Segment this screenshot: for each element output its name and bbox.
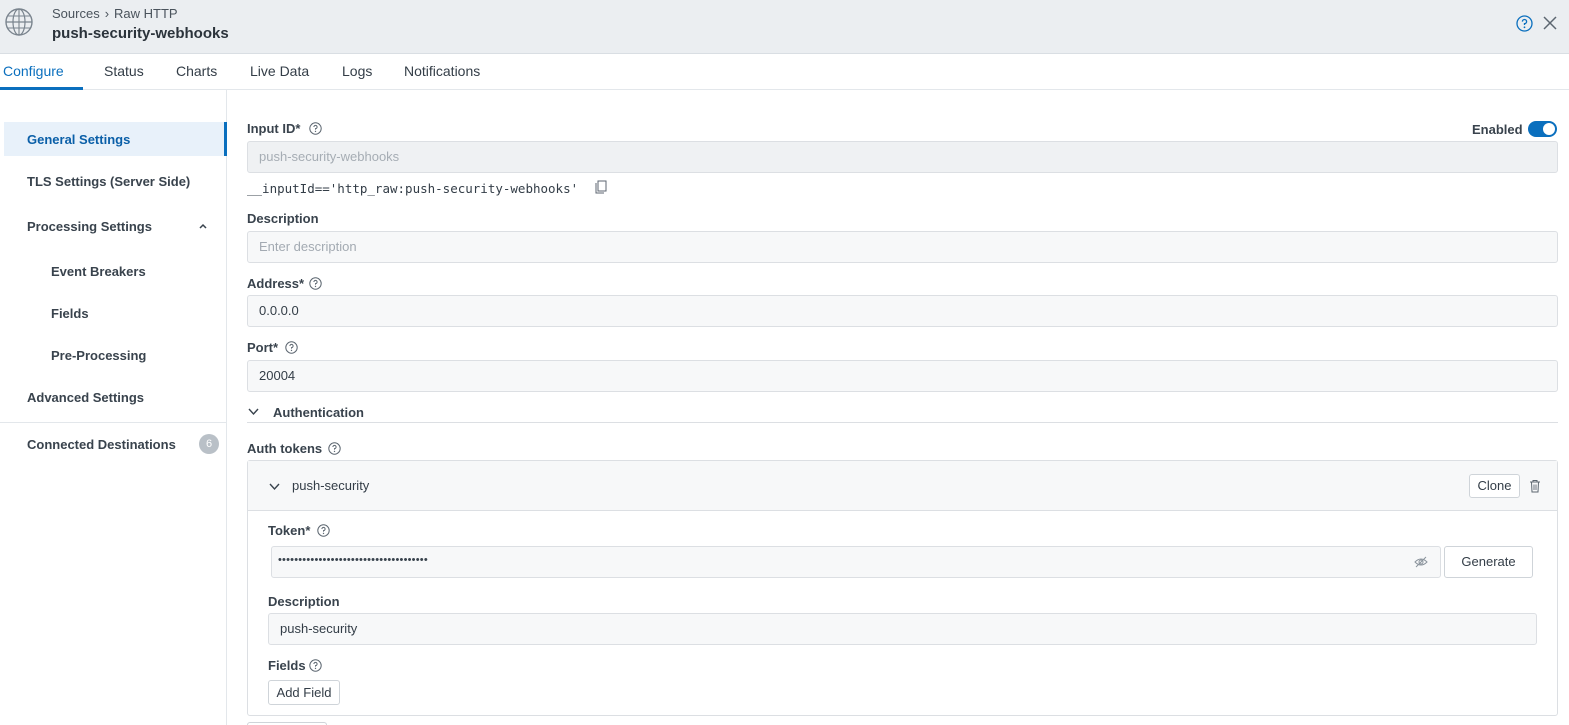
tab-bar: Configure Status Charts Live Data Logs N… — [0, 54, 1569, 90]
help-icon[interactable] — [317, 524, 330, 537]
token-masked-value: ••••••••••••••••••••••••••••••••••••• — [278, 554, 428, 566]
auth-token-card: push-security Clone — [247, 460, 1558, 716]
authentication-section-header[interactable]: Authentication — [273, 405, 364, 420]
chevron-down-icon[interactable] — [247, 405, 260, 418]
description-input[interactable]: Enter description — [247, 231, 1558, 263]
address-label: Address* — [247, 276, 305, 291]
help-icon[interactable] — [1516, 15, 1533, 32]
sidebar-item-fields[interactable]: Fields — [51, 306, 89, 321]
help-icon[interactable] — [309, 122, 322, 135]
breadcrumb: Sources › Raw HTTP — [52, 6, 178, 21]
tab-notifications[interactable]: Notifications — [404, 63, 480, 79]
input-id-expression: __inputId=='http_raw:push-security-webho… — [247, 181, 579, 196]
destinations-count-badge: 6 — [199, 434, 219, 454]
port-label: Port* — [247, 340, 279, 355]
close-icon[interactable] — [1542, 15, 1558, 31]
add-field-button[interactable]: Add Field — [268, 680, 340, 705]
chevron-down-icon[interactable] — [268, 480, 281, 493]
help-icon[interactable] — [285, 341, 298, 354]
trash-icon[interactable] — [1529, 479, 1541, 493]
breadcrumb-sources[interactable]: Sources — [52, 6, 100, 21]
tab-status[interactable]: Status — [104, 63, 144, 79]
sidebar-item-connected-destinations[interactable]: Connected Destinations — [27, 437, 176, 452]
chevron-up-icon[interactable] — [197, 220, 209, 232]
enabled-toggle[interactable] — [1528, 121, 1557, 137]
page-header: Sources › Raw HTTP push-security-webhooks — [0, 0, 1569, 54]
token-description-label: Description — [268, 594, 340, 609]
token-label: Token* — [268, 523, 311, 538]
address-input[interactable]: 0.0.0.0 — [247, 295, 1558, 327]
toggle-knob — [1543, 123, 1555, 135]
breadcrumb-separator: › — [104, 6, 110, 21]
token-description-input[interactable]: push-security — [268, 613, 1537, 645]
sidebar-item-processing-settings[interactable]: Processing Settings — [27, 219, 152, 234]
token-input[interactable]: ••••••••••••••••••••••••••••••••••••• — [271, 546, 1441, 578]
sidebar-item-general-settings[interactable]: General Settings — [27, 132, 130, 147]
breadcrumb-raw-http[interactable]: Raw HTTP — [114, 6, 178, 21]
generate-button[interactable]: Generate — [1444, 546, 1533, 578]
globe-icon — [5, 8, 33, 36]
help-icon[interactable] — [309, 659, 322, 672]
auth-tokens-label: Auth tokens — [247, 441, 323, 456]
input-id-field: push-security-webhooks — [247, 141, 1558, 173]
sidebar-item-tls-settings[interactable]: TLS Settings (Server Side) — [27, 174, 190, 189]
port-input[interactable]: 20004 — [247, 360, 1558, 392]
sidebar-item-advanced-settings[interactable]: Advanced Settings — [27, 390, 144, 405]
copy-icon[interactable] — [595, 180, 607, 194]
settings-sidebar: General Settings TLS Settings (Server Si… — [0, 90, 227, 725]
sidebar-item-pre-processing[interactable]: Pre-Processing — [51, 348, 146, 363]
tab-configure[interactable]: Configure — [3, 63, 64, 79]
auth-token-card-header[interactable]: push-security Clone — [248, 461, 1557, 511]
enabled-label: Enabled — [1472, 122, 1523, 137]
sidebar-divider — [0, 422, 227, 423]
input-id-label: Input ID* — [247, 121, 301, 136]
tab-charts[interactable]: Charts — [176, 63, 217, 79]
help-icon[interactable] — [328, 442, 341, 455]
section-divider — [247, 422, 1558, 423]
tab-logs[interactable]: Logs — [342, 63, 372, 79]
description-label: Description — [247, 211, 319, 226]
fields-label: Fields — [268, 658, 306, 673]
clone-button[interactable]: Clone — [1469, 474, 1520, 498]
page-title: push-security-webhooks — [52, 25, 229, 42]
auth-token-name: push-security — [292, 478, 370, 493]
tab-live-data[interactable]: Live Data — [250, 63, 309, 79]
sidebar-item-event-breakers[interactable]: Event Breakers — [51, 264, 146, 279]
eye-off-icon[interactable] — [1414, 556, 1428, 568]
help-icon[interactable] — [309, 277, 322, 290]
